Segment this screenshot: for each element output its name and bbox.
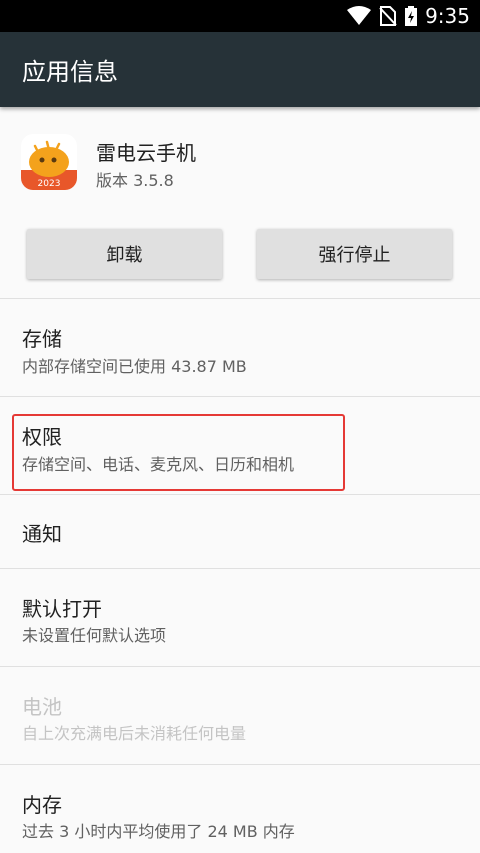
app-header: 2023 雷电云手机 版本 3.5.8 (0, 107, 480, 207)
no-sim-icon (379, 6, 397, 26)
app-name: 雷电云手机 (96, 141, 196, 165)
highlight-box (12, 414, 345, 491)
item-subtitle: 未设置任何默认选项 (22, 626, 167, 645)
settings-item-open-by-default[interactable]: 默认打开 未设置任何默认选项 (0, 569, 480, 666)
app-bar: 应用信息 (0, 32, 480, 107)
settings-item-battery: 电池 自上次充满电后未消耗任何电量 (0, 667, 480, 764)
battery-charging-icon (405, 6, 418, 26)
item-subtitle: 过去 3 小时内平均使用了 24 MB 内存 (22, 822, 295, 841)
status-icons: 9:35 (347, 0, 470, 32)
app-icon-badge: 2023 (38, 179, 61, 189)
item-subtitle: 内部存储空间已使用 43.87 MB (22, 357, 247, 376)
status-time: 9:35 (425, 4, 470, 28)
page-title: 应用信息 (22, 58, 118, 86)
wifi-icon (347, 6, 372, 25)
item-title: 内存 (22, 793, 62, 817)
app-icon: 2023 (21, 134, 77, 190)
uninstall-button[interactable]: 卸载 (27, 229, 222, 279)
item-title: 存储 (22, 327, 62, 351)
settings-item-memory[interactable]: 内存 过去 3 小时内平均使用了 24 MB 内存 (0, 765, 480, 853)
app-version: 版本 3.5.8 (96, 171, 174, 190)
status-bar: 9:35 (0, 0, 480, 32)
settings-item-storage[interactable]: 存储 内部存储空间已使用 43.87 MB (0, 299, 480, 396)
settings-item-notifications[interactable]: 通知 (0, 495, 480, 568)
item-subtitle: 自上次充满电后未消耗任何电量 (22, 724, 247, 743)
item-title: 电池 (22, 695, 62, 719)
item-title: 通知 (22, 522, 62, 546)
force-stop-button[interactable]: 强行停止 (257, 229, 452, 279)
item-title: 默认打开 (22, 597, 102, 621)
